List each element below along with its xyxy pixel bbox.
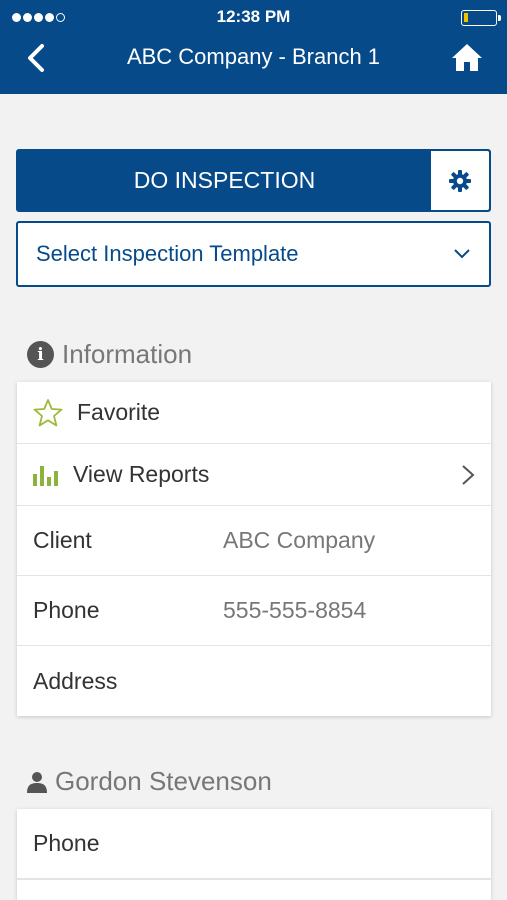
- inspection-template-select[interactable]: Select Inspection Template: [16, 221, 491, 287]
- inspection-action-bar: DO INSPECTION: [16, 149, 491, 212]
- star-outline-icon: [33, 398, 63, 426]
- inspection-settings-button[interactable]: [431, 151, 489, 210]
- field-label: Phone: [33, 597, 100, 623]
- back-chevron-icon: [28, 44, 44, 72]
- phone-row[interactable]: Phone 555-555-8854: [17, 576, 491, 646]
- chevron-down-icon: [454, 249, 470, 259]
- contact-next-row: [17, 879, 491, 900]
- information-card: Favorite View Reports Client ABC Company…: [17, 382, 491, 716]
- back-button[interactable]: [18, 40, 54, 76]
- contact-name: Gordon Stevenson: [55, 766, 272, 796]
- information-section-header: i Information: [27, 339, 192, 370]
- template-select-label: Select Inspection Template: [36, 241, 299, 266]
- battery-icon: [461, 10, 501, 26]
- info-icon: i: [27, 341, 54, 368]
- view-reports-label: View Reports: [73, 461, 210, 487]
- app-header: 12:38 PM ABC Company - Branch 1: [0, 0, 507, 94]
- page-title: ABC Company - Branch 1: [126, 44, 381, 69]
- view-reports-row[interactable]: View Reports: [17, 444, 491, 506]
- contact-card: Phone: [17, 809, 491, 900]
- field-label: Client: [33, 527, 92, 553]
- information-heading: Information: [62, 339, 193, 369]
- contact-section-header: Gordon Stevenson: [27, 766, 272, 797]
- do-inspection-button[interactable]: DO INSPECTION: [18, 151, 431, 210]
- chevron-right-icon: [462, 464, 475, 485]
- favorite-row[interactable]: Favorite: [17, 382, 491, 444]
- home-icon: [452, 44, 482, 71]
- client-row: Client ABC Company: [17, 506, 491, 576]
- gear-icon: [449, 169, 471, 192]
- field-value: 555-555-8854: [223, 597, 367, 623]
- bar-chart-icon: [33, 465, 58, 486]
- field-label: Phone: [33, 830, 100, 856]
- address-row[interactable]: Address: [17, 646, 491, 716]
- contact-phone-row[interactable]: Phone: [17, 809, 491, 879]
- status-bar: 12:38 PM: [0, 0, 507, 36]
- favorite-label: Favorite: [77, 399, 161, 425]
- home-button[interactable]: [449, 39, 485, 75]
- field-value: ABC Company: [223, 527, 376, 553]
- status-time: 12:38 PM: [216, 7, 291, 26]
- person-icon: [27, 771, 47, 793]
- field-label: Address: [33, 667, 118, 694]
